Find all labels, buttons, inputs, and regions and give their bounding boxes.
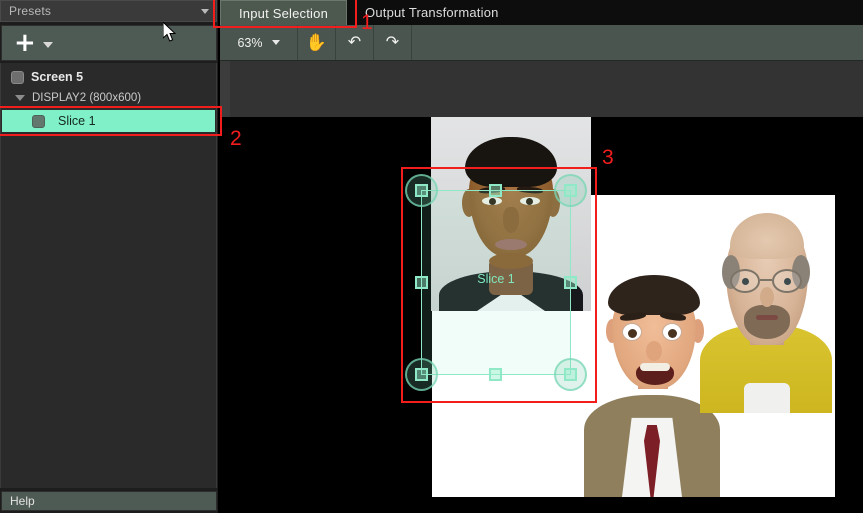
zoom-level-value: 63% (237, 35, 263, 50)
triangle-expanded-icon[interactable] (15, 94, 25, 101)
tab-bar: Input Selection Output Transformation (220, 0, 863, 25)
undo-arrow-icon: ↶ (347, 33, 362, 51)
chevron-down-icon[interactable] (42, 42, 53, 48)
tree-item-screen[interactable]: Screen 5 (1, 66, 216, 88)
tab-input-selection[interactable]: Input Selection (220, 0, 348, 25)
presets-label: Presets (9, 4, 52, 18)
slice-overlay-label: Slice 1 (477, 272, 515, 286)
chevron-down-icon[interactable] (201, 8, 209, 14)
redo-arrow-icon: ↷ (385, 33, 400, 51)
resize-handle-middle-right[interactable] (564, 276, 577, 289)
node-box-icon (11, 70, 24, 84)
mouse-cursor (162, 20, 177, 43)
help-bar[interactable]: Help (1, 491, 217, 511)
left-sidebar: Presets + Screen 5 DISPLAY2 (800x600) Sl… (0, 0, 220, 513)
pan-tool-button[interactable]: ✋ (298, 25, 336, 60)
application-window: Presets + Screen 5 DISPLAY2 (800x600) Sl… (0, 0, 863, 513)
screen-label: Screen 5 (31, 70, 84, 84)
resize-handle-top-right[interactable] (564, 184, 577, 197)
resize-handle-bottom-left[interactable] (415, 368, 428, 381)
display-label: DISPLAY2 (800x600) (32, 91, 142, 104)
annotation-number-1: 1 (361, 11, 373, 34)
resize-handle-bottom-right[interactable] (564, 368, 577, 381)
resize-handle-middle-left[interactable] (415, 276, 428, 289)
resize-handle-top-left[interactable] (415, 184, 428, 197)
chevron-down-icon[interactable] (271, 40, 280, 45)
resize-handle-top-center[interactable] (489, 184, 502, 197)
tree-item-slice-1[interactable]: Slice 1 (2, 110, 215, 132)
resize-handle-bottom-center[interactable] (489, 368, 502, 381)
tab-input-selection-label: Input Selection (239, 5, 329, 21)
hand-icon: ✋ (305, 33, 328, 52)
slice-label: Slice 1 (58, 114, 96, 128)
annotation-number-3: 3 (602, 146, 614, 169)
canvas-toolbar: 63% ✋ ↶ ↷ (220, 25, 863, 61)
help-label: Help (10, 494, 35, 508)
redo-button[interactable]: ↷ (374, 25, 412, 60)
add-button-bar[interactable]: + (1, 25, 217, 61)
presets-dropdown[interactable]: Presets (0, 0, 217, 22)
toolbar-empty-space (412, 25, 863, 60)
zoom-control[interactable]: 63% (220, 25, 298, 60)
plus-icon[interactable]: + (14, 30, 36, 56)
annotation-number-2: 2 (230, 127, 242, 150)
slice-selection-overlay[interactable]: Slice 1 (405, 174, 587, 391)
tree-item-display[interactable]: DISPLAY2 (800x600) (1, 88, 216, 107)
tab-output-transformation-label: Output Transformation (365, 5, 499, 20)
walter-white-portrait-image[interactable] (700, 199, 832, 413)
node-box-icon (32, 114, 45, 128)
canvas-top-margin (220, 61, 863, 117)
